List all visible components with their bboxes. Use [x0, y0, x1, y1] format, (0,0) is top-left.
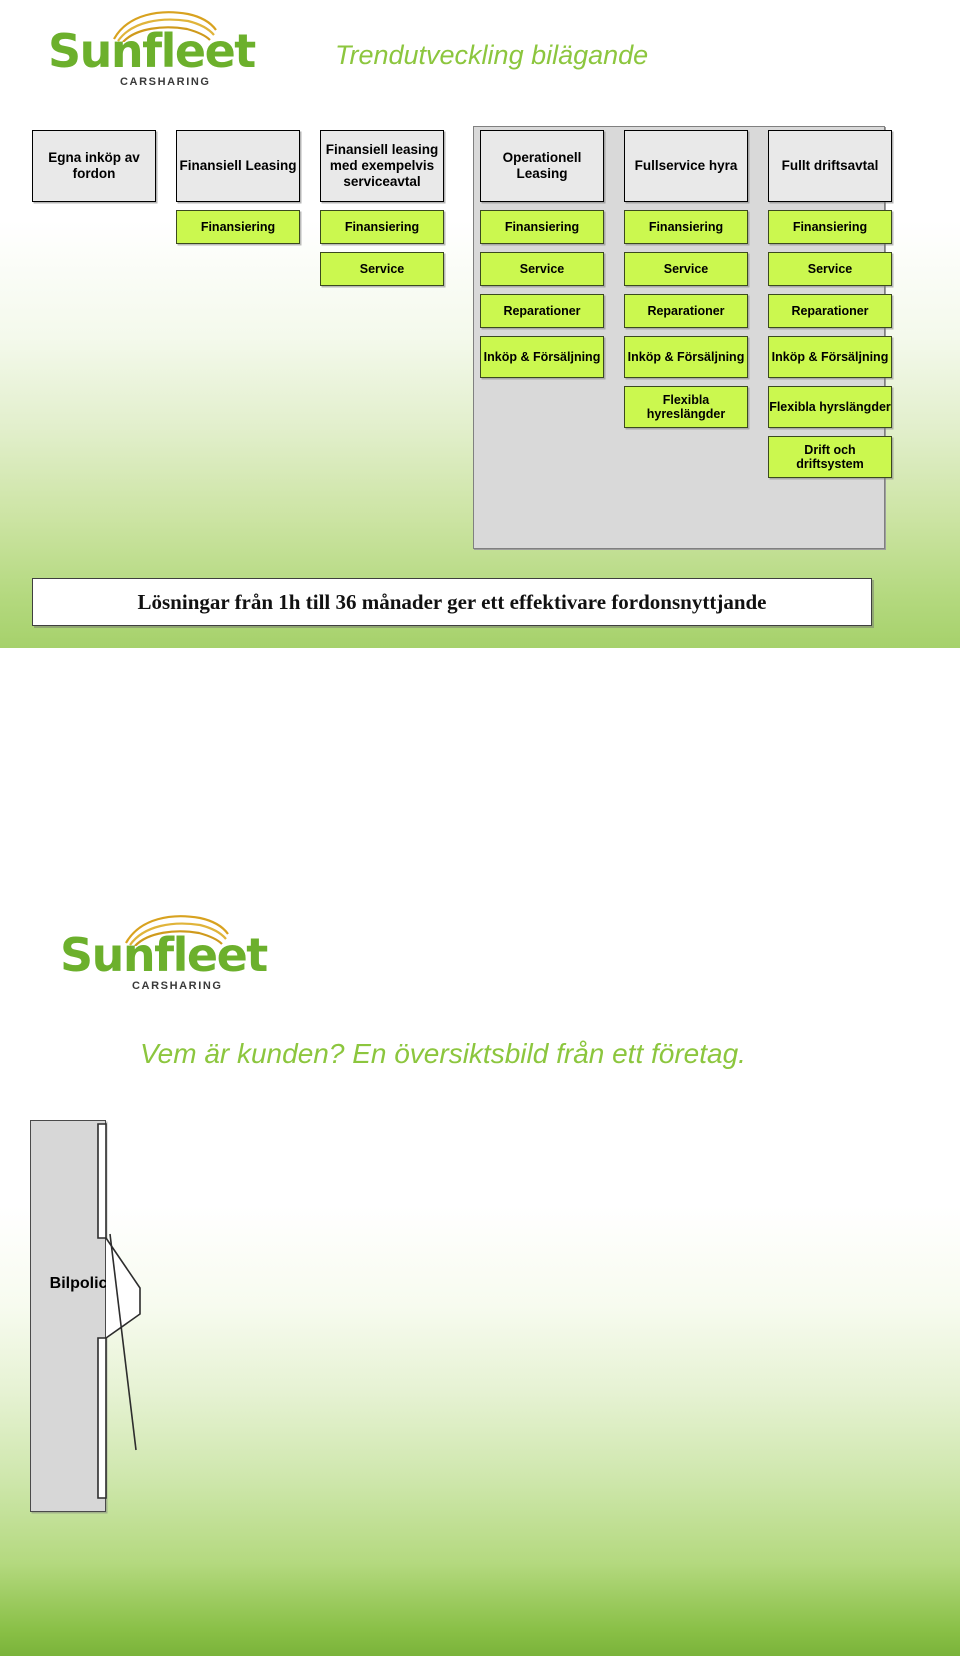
logo-wordmark: Sunfleet [48, 24, 256, 78]
logo-tagline: CARSHARING [120, 76, 211, 88]
bracket-connector-icon [97, 1123, 141, 1499]
sunfleet-logo-secondary: Sunfleet CARSHARING [60, 910, 268, 995]
column-fullservice-hyra: Fullservice hyra Finansiering Service Re… [624, 130, 748, 428]
service-item: Finansiering [480, 210, 604, 244]
logo-tagline: CARSHARING [132, 980, 223, 992]
logo-wordmark: Sunfleet [60, 928, 268, 982]
column-finansiell-leasing: Finansiell Leasing Finansiering [176, 130, 300, 244]
service-item: Service [480, 252, 604, 286]
service-item: Reparationer [480, 294, 604, 328]
column-header: Finansiell leasing med exempelvis servic… [320, 130, 444, 202]
service-item: Reparationer [768, 294, 892, 328]
column-header: Egna inköp av fordon [32, 130, 156, 202]
service-item: Reparationer [624, 294, 748, 328]
service-item: Finansiering [176, 210, 300, 244]
service-item: Flexibla hyreslängder [624, 386, 748, 428]
sunfleet-logo: Sunfleet CARSHARING [48, 6, 256, 91]
presentation-page: Sunfleet CARSHARING Trendutveckling bilä… [0, 0, 960, 1656]
slide-vem-ar-kunden: Sunfleet CARSHARING Vem är kunden? En öv… [0, 880, 960, 1656]
column-operationell-leasing: Operationell Leasing Finansiering Servic… [480, 130, 604, 378]
column-header: Finansiell Leasing [176, 130, 300, 202]
column-egna-inkop: Egna inköp av fordon [32, 130, 156, 202]
solutions-banner-text: Lösningar från 1h till 36 månader ger et… [137, 589, 767, 614]
column-finansiell-leasing-serviceavtal: Finansiell leasing med exempelvis servic… [320, 130, 444, 286]
service-item: Finansiering [624, 210, 748, 244]
solutions-banner: Lösningar från 1h till 36 månader ger et… [32, 578, 872, 626]
service-item: Service [768, 252, 892, 286]
slide1-title: Trendutveckling bilägande [335, 40, 649, 70]
column-header: Fullt driftsavtal [768, 130, 892, 202]
service-item: Drift och driftsystem [768, 436, 892, 478]
service-item: Service [320, 252, 444, 286]
bilpolicy-block [30, 1120, 106, 1512]
column-header: Operationell Leasing [480, 130, 604, 202]
service-item: Flexibla hyrslängder [768, 386, 892, 428]
service-item: Finansiering [768, 210, 892, 244]
column-header: Fullservice hyra [624, 130, 748, 202]
service-item: Inköp & Försäljning [624, 336, 748, 378]
service-item: Finansiering [320, 210, 444, 244]
slide-trendutveckling: Sunfleet CARSHARING Trendutveckling bilä… [0, 0, 960, 648]
service-item: Service [624, 252, 748, 286]
column-fullt-driftsavtal: Fullt driftsavtal Finansiering Service R… [768, 130, 892, 478]
service-item: Inköp & Försäljning [480, 336, 604, 378]
service-item: Inköp & Försäljning [768, 336, 892, 378]
slide2-title: Vem är kunden? En översiktsbild från ett… [140, 1038, 746, 1069]
